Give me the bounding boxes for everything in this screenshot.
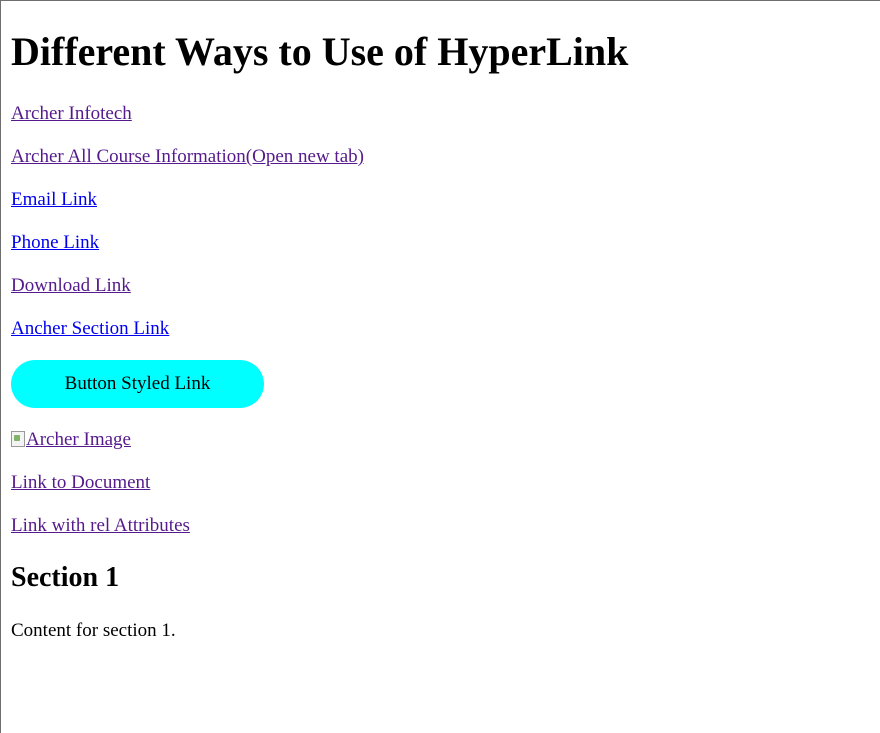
- row-archer-infotech: Archer Infotech: [11, 103, 132, 125]
- row-anchor-section: Ancher Section Link: [11, 318, 169, 340]
- row-document: Link to Document: [11, 472, 150, 494]
- window-left-border: [0, 0, 1, 733]
- row-download: Download Link: [11, 275, 131, 297]
- section-1-content: Content for section 1.: [11, 620, 176, 641]
- window-top-border: [0, 0, 880, 1]
- broken-image-icon: [11, 431, 25, 447]
- document-link[interactable]: Link to Document: [11, 472, 150, 493]
- row-image-link: Archer Image: [11, 429, 131, 451]
- download-link[interactable]: Download Link: [11, 275, 131, 296]
- course-info-new-tab-link[interactable]: Archer All Course Information(Open new t…: [11, 146, 364, 167]
- archer-image-link[interactable]: Archer Image: [11, 429, 131, 450]
- archer-image-alt-text: Archer Image: [26, 429, 131, 450]
- email-link[interactable]: Email Link: [11, 189, 97, 210]
- button-styled-link[interactable]: Button Styled Link: [11, 360, 264, 408]
- phone-link[interactable]: Phone Link: [11, 232, 99, 253]
- anchor-section-link[interactable]: Ancher Section Link: [11, 318, 169, 339]
- row-rel-attributes: Link with rel Attributes: [11, 515, 190, 537]
- row-phone: Phone Link: [11, 232, 99, 254]
- row-email: Email Link: [11, 189, 97, 211]
- row-course-info: Archer All Course Information(Open new t…: [11, 146, 364, 168]
- section-1-heading: Section 1: [11, 562, 120, 593]
- archer-infotech-link[interactable]: Archer Infotech: [11, 103, 132, 124]
- rel-attributes-link[interactable]: Link with rel Attributes: [11, 515, 190, 536]
- page-title: Different Ways to Use of HyperLink: [11, 29, 629, 74]
